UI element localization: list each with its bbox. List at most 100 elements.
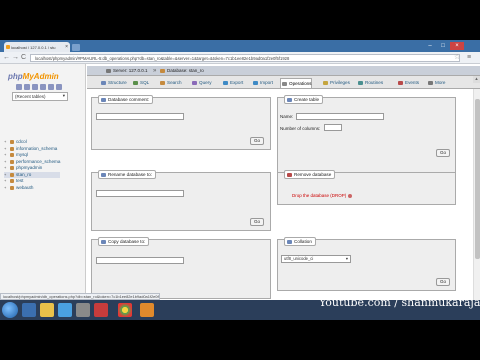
pma-navigation-panel: phpMyAdmin (Recent tables) ▾ + cdcol + info… xyxy=(0,64,86,312)
database-comment-legend: Database comment: xyxy=(98,95,154,104)
browser-tab-title: localhost / 127.0.0.1 / stu xyxy=(11,45,56,50)
phpmyadmin-logo[interactable]: phpMyAdmin xyxy=(8,72,59,81)
tab-structure[interactable]: Structure xyxy=(100,78,127,88)
database-item[interactable]: + webauth xyxy=(4,185,60,192)
table-name-input[interactable] xyxy=(296,113,384,120)
new-tab-button[interactable] xyxy=(72,44,80,51)
table-name-label: Name: xyxy=(280,114,294,119)
address-toolbar: ← → C localhost/phpmyadmin/#PMAURL-5:db_… xyxy=(0,52,480,64)
tab-label: Query xyxy=(199,80,212,85)
breadcrumb-server-label: Server: 127.0.0.1 xyxy=(113,68,148,73)
address-bar[interactable]: localhost/phpmyadmin/#PMAURL-5:db_operat… xyxy=(30,54,460,62)
tab-operations[interactable]: Operations xyxy=(280,78,313,88)
chevron-down-icon: ▾ xyxy=(62,93,65,98)
database-icon xyxy=(10,140,14,145)
collation-select[interactable]: utf8_unicode_ci ▾ xyxy=(281,255,351,263)
close-tab-icon[interactable]: × xyxy=(65,44,68,50)
tab-label: SQL xyxy=(140,80,150,85)
breadcrumb-server[interactable]: Server: 127.0.0.1 xyxy=(105,67,148,75)
rename-icon xyxy=(101,173,106,177)
maximize-button[interactable]: □ xyxy=(437,42,449,50)
tab-export[interactable]: Export xyxy=(222,78,243,88)
database-icon xyxy=(10,153,14,158)
chrome-icon[interactable] xyxy=(118,303,132,317)
breadcrumb-separator: » xyxy=(153,68,157,74)
tab-label: Routines xyxy=(365,80,384,85)
bookmark-star-icon[interactable]: ☆ xyxy=(454,53,460,61)
app-icon[interactable] xyxy=(76,303,90,317)
copy-icon xyxy=(101,240,106,244)
query-window-icon[interactable] xyxy=(32,84,38,90)
copy-database-title: Copy database to: xyxy=(108,239,146,244)
number-of-columns-input[interactable] xyxy=(324,124,342,131)
export-icon xyxy=(223,81,228,85)
rename-go-button[interactable]: Go xyxy=(250,218,264,226)
database-icon xyxy=(10,179,14,184)
collation-go-button[interactable]: Go xyxy=(436,278,450,286)
events-icon xyxy=(398,81,403,85)
database-comment-panel: Database comment: xyxy=(91,95,271,150)
reload-nav-icon[interactable] xyxy=(56,84,62,90)
table-icon xyxy=(287,98,292,102)
tab-label: Events xyxy=(405,80,420,85)
start-button[interactable] xyxy=(2,302,18,318)
database-comment-input[interactable] xyxy=(96,113,184,120)
forward-icon[interactable]: → xyxy=(12,54,19,62)
operations-icon xyxy=(282,82,287,86)
database-item-label: webauth xyxy=(16,184,34,190)
comment-go-button[interactable]: Go xyxy=(250,137,264,145)
logout-icon[interactable] xyxy=(24,84,30,90)
scrollbar-thumb[interactable] xyxy=(475,99,480,259)
database-icon xyxy=(10,146,14,151)
database-tree: + cdcol + information_schema + mysql + performa… xyxy=(4,139,61,192)
chrome-menu-icon[interactable]: ≡ xyxy=(467,54,471,61)
tab-privileges[interactable]: Privileges xyxy=(322,78,350,88)
sql-icon xyxy=(133,81,138,85)
tab-search[interactable]: Search xyxy=(159,78,182,88)
copy-database-input[interactable] xyxy=(96,257,184,264)
tab-more[interactable]: More xyxy=(427,78,445,88)
tab-label: Search xyxy=(167,80,182,85)
delete-icon xyxy=(287,173,292,177)
ie-icon[interactable] xyxy=(22,303,36,317)
database-icon xyxy=(10,185,14,190)
tab-events[interactable]: Events xyxy=(397,78,419,88)
docs-icon[interactable] xyxy=(40,84,46,90)
screen: localhost / 127.0.0.1 / stu × – □ × ← → … xyxy=(0,40,480,320)
tab-import[interactable]: Import xyxy=(252,78,273,88)
xampp-icon[interactable] xyxy=(140,303,154,317)
recent-tables-label: (Recent tables) xyxy=(15,94,46,99)
tab-label: Export xyxy=(230,80,244,85)
create-table-go-button[interactable]: Go xyxy=(436,149,450,157)
minimize-button[interactable]: – xyxy=(424,42,436,50)
player-icon[interactable] xyxy=(94,303,108,317)
home-icon[interactable] xyxy=(16,84,22,90)
tab-routines[interactable]: Routines xyxy=(357,78,383,88)
recent-tables-select[interactable]: (Recent tables) ▾ xyxy=(12,92,68,101)
structure-icon xyxy=(101,81,106,85)
reload-icon[interactable]: C xyxy=(21,54,26,62)
network-icon[interactable] xyxy=(58,303,72,317)
back-icon[interactable]: ← xyxy=(3,54,10,62)
vertical-scrollbar[interactable] xyxy=(473,89,480,313)
browser-tab-bar: localhost / 127.0.0.1 / stu × – □ × xyxy=(0,40,480,52)
settings-icon[interactable] xyxy=(48,84,54,90)
database-icon xyxy=(10,166,14,171)
tab-query[interactable]: Query xyxy=(191,78,212,88)
tab-sql[interactable]: SQL xyxy=(132,78,149,88)
collation-value: utf8_unicode_ci xyxy=(284,256,314,261)
help-icon[interactable] xyxy=(348,193,353,198)
breadcrumb-database[interactable]: Database: stan_ro xyxy=(159,67,204,75)
main-tabs: Structure SQL Search Query Export Import Opera… xyxy=(87,76,480,89)
explorer-icon[interactable] xyxy=(40,303,54,317)
scroll-up-arrow[interactable]: ▴ xyxy=(473,76,480,83)
drop-database-link[interactable]: Drop the database (DROP) xyxy=(292,193,353,198)
close-window-button[interactable]: × xyxy=(450,42,464,50)
browser-tab[interactable]: localhost / 127.0.0.1 / stu × xyxy=(4,42,70,52)
routines-icon xyxy=(358,81,363,85)
rename-database-input[interactable] xyxy=(96,190,184,197)
drop-database-label: Drop the database (DROP) xyxy=(292,193,347,198)
remove-database-legend: Remove database xyxy=(284,170,336,179)
expand-icon[interactable]: + xyxy=(4,185,8,192)
search-icon xyxy=(160,81,165,85)
